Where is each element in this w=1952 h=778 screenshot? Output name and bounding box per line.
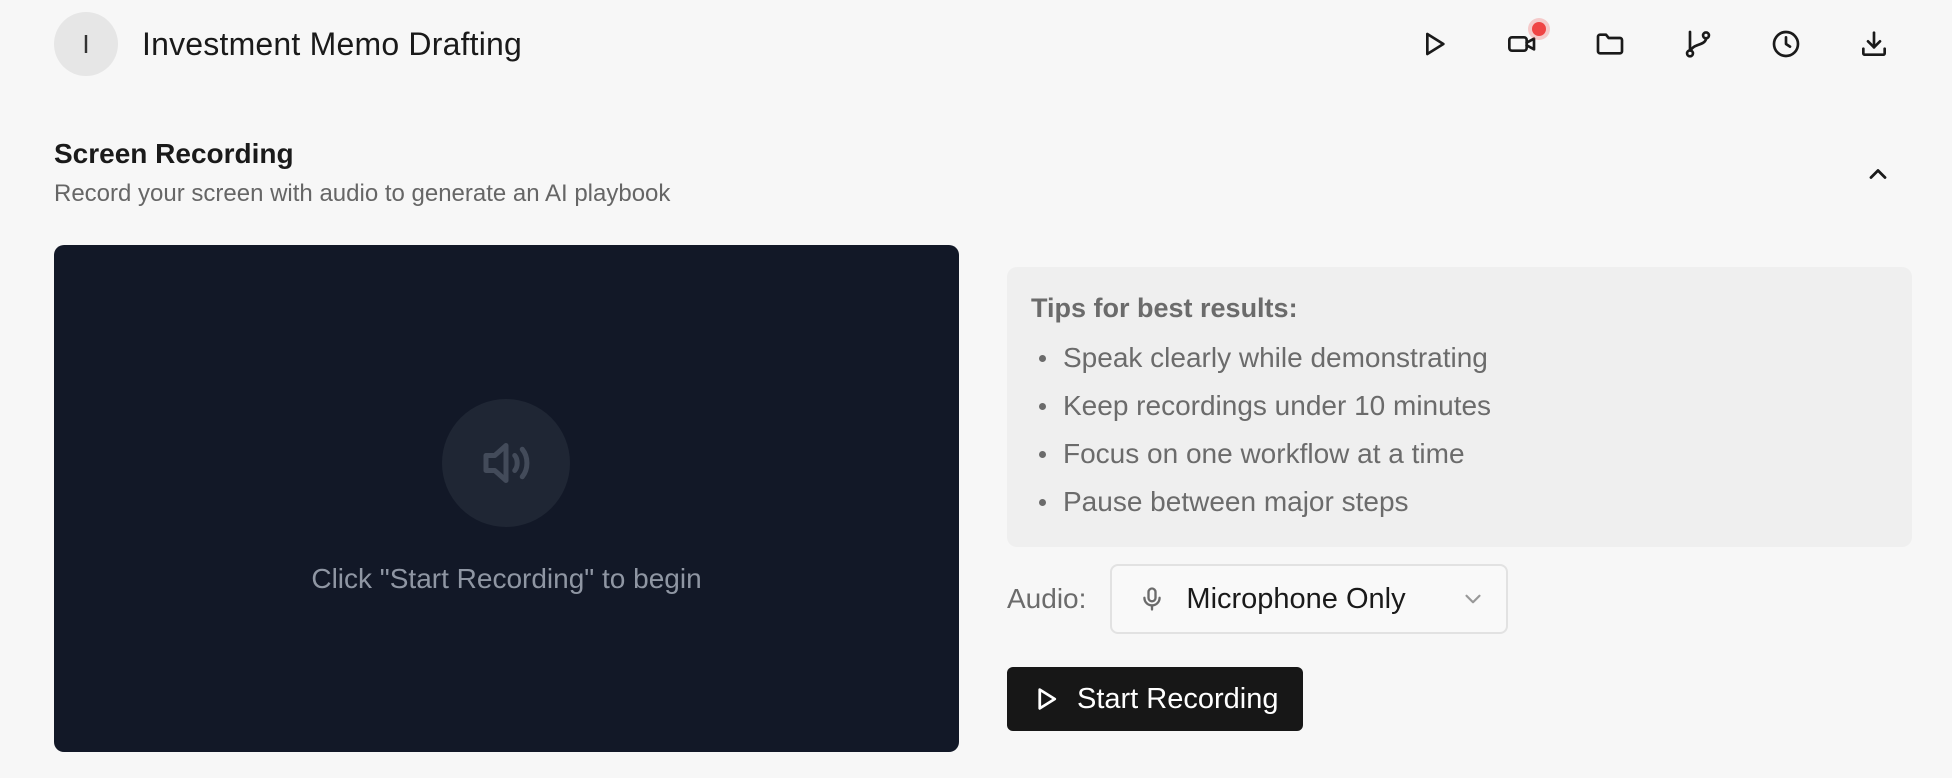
tips-title: Tips for best results: <box>1031 293 1298 323</box>
toolbar <box>1370 12 1898 76</box>
folder-icon <box>1596 33 1624 55</box>
start-recording-label: Start Recording <box>1077 682 1279 715</box>
audio-source-select[interactable]: Microphone Only <box>1110 564 1509 634</box>
play-icon <box>1426 32 1445 56</box>
tips-list: Speak clearly while demonstrating Keep r… <box>1031 334 1888 526</box>
section-header: Screen Recording Record your screen with… <box>54 138 670 208</box>
header: I Investment Memo Drafting <box>54 12 1898 76</box>
speaker-icon <box>483 443 530 483</box>
record-video-button[interactable] <box>1498 20 1546 68</box>
section-subtitle: Record your screen with audio to generat… <box>54 180 671 207</box>
chevron-down-icon <box>1460 586 1486 612</box>
tip-item: Keep recordings under 10 minutes <box>1031 382 1888 430</box>
tip-item: Speak clearly while demonstrating <box>1031 334 1888 382</box>
clock-icon <box>1772 30 1800 58</box>
recording-preview: Click "Start Recording" to begin <box>54 245 959 752</box>
preview-message: Click "Start Recording" to begin <box>311 563 702 594</box>
folder-button[interactable] <box>1586 20 1634 68</box>
chevron-up-icon <box>1869 169 1887 179</box>
history-button[interactable] <box>1762 20 1810 68</box>
audio-row: Audio: Microphone Only <box>1007 563 1509 635</box>
start-recording-button[interactable]: Start Recording <box>1007 667 1303 731</box>
play-icon <box>1038 688 1057 710</box>
audio-label: Audio: <box>1007 583 1087 614</box>
audio-selected-value: Microphone Only <box>1186 582 1406 615</box>
microphone-icon <box>1138 585 1166 613</box>
avatar[interactable]: I <box>54 12 118 76</box>
tips-box: Tips for best results: Speak clearly whi… <box>1007 267 1912 547</box>
preview-icon-circle <box>442 399 570 527</box>
download-button[interactable] <box>1850 20 1898 68</box>
git-branch-icon <box>1685 30 1711 58</box>
recording-indicator-dot <box>1532 22 1546 36</box>
screen-recording-page: I Investment Memo Drafting Screen Record… <box>0 0 1952 778</box>
tip-item: Focus on one workflow at a time <box>1031 430 1888 478</box>
section-title: Screen Recording <box>54 138 294 169</box>
tip-item: Pause between major steps <box>1031 478 1888 526</box>
branch-button[interactable] <box>1674 20 1722 68</box>
download-icon <box>1862 31 1886 56</box>
page-title: Investment Memo Drafting <box>142 25 523 62</box>
play-button[interactable] <box>1410 20 1458 68</box>
collapse-section-button[interactable] <box>1858 154 1898 194</box>
